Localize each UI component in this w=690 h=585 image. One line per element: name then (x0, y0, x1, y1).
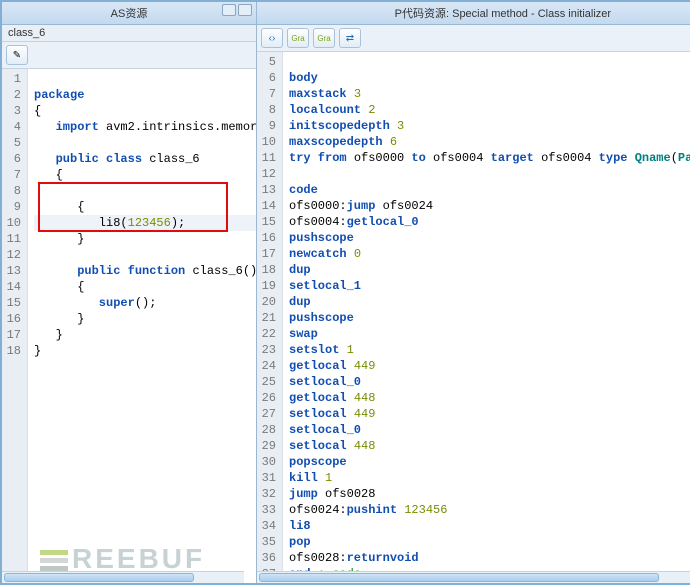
code-line: initscopedepth 3 (289, 119, 404, 133)
left-toolbar: ✎ (2, 42, 256, 69)
code-icon: ‹› (269, 33, 276, 44)
code-line: code (289, 183, 318, 197)
code-line: super(); (34, 296, 156, 310)
pencil-icon: ✎ (13, 50, 21, 61)
code-line: pushscope (289, 311, 354, 325)
code-line: } (34, 328, 63, 342)
watermark: REEBUF (40, 543, 205, 575)
left-panel: AS资源 class_6 ✎ 1 2 3 4 5 6 7 8 9 10 11 1… (2, 2, 257, 583)
code-line: body (289, 71, 318, 85)
maximize-icon[interactable] (238, 4, 252, 16)
code-line: popscope (289, 455, 347, 469)
code-line: maxscopedepth 6 (289, 135, 397, 149)
toolbar-btn-4[interactable]: ⇄ (339, 28, 361, 48)
code-line: setslot 1 (289, 343, 354, 357)
code-line: kill 1 (289, 471, 332, 485)
code-line: localcount 2 (289, 103, 375, 117)
right-panel: P代码资源: Special method - Class initialize… (257, 2, 690, 583)
toolbar-btn-1[interactable]: ‹› (261, 28, 283, 48)
code-line: getlocal 449 (289, 359, 375, 373)
tab-class6[interactable]: class_6 (8, 27, 45, 39)
left-code-area[interactable]: 1 2 3 4 5 6 7 8 9 10 11 12 13 14 15 16 1… (2, 69, 256, 583)
code-line: ofs0004:getlocal_0 (289, 215, 419, 229)
watermark-bars-icon (40, 550, 68, 571)
code-line: public function class_6() (34, 264, 256, 278)
scroll-thumb[interactable] (259, 573, 659, 582)
code-line: li8 (289, 519, 311, 533)
toolbar-btn-2[interactable]: Gra (287, 28, 309, 48)
right-toolbar: ‹› Gra Gra ⇄ (257, 25, 690, 52)
code-line: public class class_6 (34, 152, 200, 166)
code-line: try from ofs0000 to ofs0004 target ofs00… (289, 151, 690, 165)
minimize-icon[interactable] (222, 4, 236, 16)
swap-icon: ⇄ (346, 33, 354, 44)
code-line-highlighted: li8(123456); (34, 215, 256, 231)
left-panel-title-text: AS资源 (111, 8, 148, 20)
code-line: newcatch 0 (289, 247, 361, 261)
graph-icon: Gra (317, 34, 330, 43)
code-line: swap (289, 327, 318, 341)
code-line: package (34, 88, 84, 102)
code-line: } (34, 344, 41, 358)
code-line: dup (289, 295, 311, 309)
code-line: } (34, 312, 84, 326)
right-horizontal-scrollbar[interactable] (257, 571, 690, 583)
code-line: pushscope (289, 231, 354, 245)
split-container: AS资源 class_6 ✎ 1 2 3 4 5 6 7 8 9 10 11 1… (2, 2, 688, 583)
code-line: } (34, 232, 84, 246)
code-line: setlocal_0 (289, 375, 361, 389)
code-line: getlocal 448 (289, 391, 375, 405)
left-panel-title: AS资源 (2, 2, 256, 25)
code-line: setlocal_1 (289, 279, 361, 293)
left-gutter: 1 2 3 4 5 6 7 8 9 10 11 12 13 14 15 16 1… (2, 69, 28, 583)
code-line: { (34, 168, 63, 182)
graph-icon: Gra (291, 34, 304, 43)
toolbar-btn-3[interactable]: Gra (313, 28, 335, 48)
right-panel-title-text: P代码资源: Special method - Class initialize… (395, 8, 611, 20)
code-line: pop (289, 535, 311, 549)
code-line: ofs0028:returnvoid (289, 551, 419, 565)
code-line: ofs0000:jump ofs0024 (289, 199, 433, 213)
edit-button[interactable]: ✎ (6, 45, 28, 65)
code-line: maxstack 3 (289, 87, 361, 101)
code-line: jump ofs0028 (289, 487, 375, 501)
left-code[interactable]: package { import avm2.intrinsics.memory.… (28, 69, 256, 583)
right-code-area[interactable]: 5 6 7 8 9 10 11 12 13 14 15 16 17 18 19 … (257, 52, 690, 583)
code-line: { (34, 280, 84, 294)
code-line: setlocal 449 (289, 407, 375, 421)
code-line: import avm2.intrinsics.memory.li8; (34, 120, 256, 134)
code-line: { (34, 200, 84, 214)
code-line: { (34, 104, 41, 118)
right-panel-title: P代码资源: Special method - Class initialize… (257, 2, 690, 25)
right-code[interactable]: body maxstack 3 localcount 2 initscopede… (283, 52, 690, 583)
code-line: ofs0024:pushint 123456 (289, 503, 447, 517)
right-gutter: 5 6 7 8 9 10 11 12 13 14 15 16 17 18 19 … (257, 52, 283, 583)
left-tab-bar: class_6 (2, 25, 256, 42)
code-line: setlocal_0 (289, 423, 361, 437)
code-line: setlocal 448 (289, 439, 375, 453)
code-line: dup (289, 263, 311, 277)
window-controls (222, 4, 252, 16)
